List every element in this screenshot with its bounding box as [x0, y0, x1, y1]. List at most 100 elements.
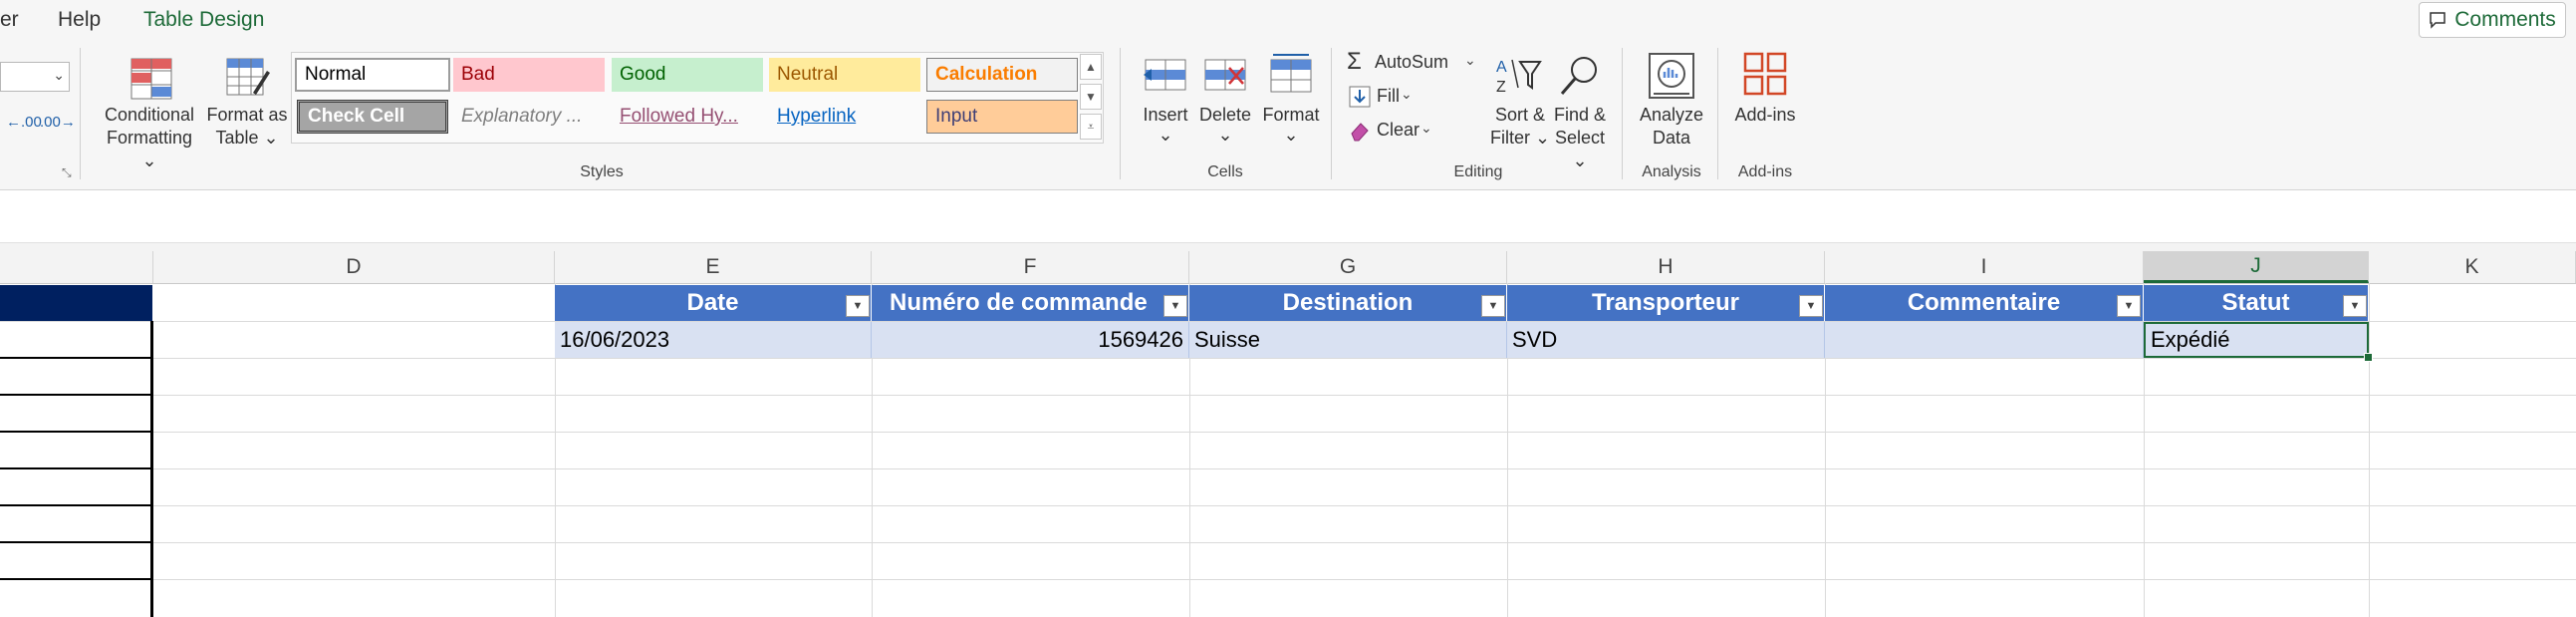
- grid-line: [0, 432, 2576, 433]
- style-hyperlink[interactable]: Hyperlink: [769, 100, 920, 134]
- grid-line: [0, 505, 2576, 506]
- insert-cells-icon: [1144, 59, 1186, 91]
- chevron-down-icon: ⌄: [1217, 125, 1233, 145]
- column-header-i[interactable]: I: [1825, 251, 2144, 283]
- style-bad[interactable]: Bad: [453, 58, 605, 92]
- column-header-f[interactable]: F: [872, 251, 1189, 283]
- autosum-button[interactable]: Σ AutoSum ⌄: [1347, 48, 1486, 78]
- left-table-rule: [0, 467, 153, 469]
- group-separator: [1717, 48, 1718, 179]
- group-separator: [1120, 48, 1121, 179]
- group-separator: [1622, 48, 1623, 179]
- column-header-k[interactable]: K: [2369, 251, 2576, 283]
- sigma-icon: Σ: [1347, 48, 1362, 75]
- style-normal[interactable]: Normal: [295, 58, 450, 92]
- style-followed-hyperlink[interactable]: Followed Hy...: [612, 100, 763, 134]
- column-header-j[interactable]: J: [2144, 251, 2369, 283]
- chevron-down-icon: ⌄: [1401, 86, 1413, 102]
- svg-text:Z: Z: [1496, 79, 1506, 96]
- table-cell-date[interactable]: 16/06/2023: [555, 322, 872, 358]
- number-format-dropdown[interactable]: ⌄: [0, 62, 70, 92]
- table-header-carrier[interactable]: Transporteur: [1507, 285, 1825, 321]
- tab-help[interactable]: Help: [58, 8, 101, 32]
- left-table-rule: [0, 578, 153, 580]
- analyze-data-icon: [1649, 53, 1694, 99]
- style-explanatory[interactable]: Explanatory ...: [453, 100, 605, 134]
- gallery-scroll-down-icon[interactable]: ▼: [1080, 84, 1102, 110]
- grid-line: [0, 395, 2576, 396]
- grid-line: [0, 542, 2576, 543]
- table-cell-carrier[interactable]: SVD: [1507, 322, 1825, 358]
- style-check-cell[interactable]: Check Cell: [297, 100, 448, 134]
- formula-bar-divider: [0, 243, 2576, 251]
- chevron-down-icon: ⌄: [1158, 125, 1173, 145]
- arrow-right-icon: →: [60, 114, 76, 131]
- styles-group-label: Styles: [580, 163, 624, 180]
- filter-dropdown-icon[interactable]: ▼: [2117, 295, 2141, 317]
- left-table-rule: [0, 357, 153, 359]
- format-cells-icon: [1270, 54, 1312, 93]
- format-as-table-icon: [226, 58, 270, 96]
- fill-down-icon: [1349, 86, 1371, 108]
- style-calculation[interactable]: Calculation: [926, 58, 1078, 92]
- gallery-more-icon[interactable]: ⩡: [1080, 114, 1102, 140]
- column-header-d[interactable]: D: [153, 251, 555, 283]
- fill-handle[interactable]: [2364, 353, 2373, 362]
- editing-group-label: Editing: [1453, 163, 1503, 180]
- addins-icon: [1743, 52, 1787, 96]
- column-header-h[interactable]: H: [1507, 251, 1825, 283]
- table-cell-status-selected[interactable]: Expédié: [2144, 322, 2369, 358]
- group-separator: [80, 48, 81, 179]
- comments-label: Comments: [2454, 8, 2556, 31]
- comment-icon: [2430, 12, 2446, 29]
- style-input[interactable]: Input: [926, 100, 1078, 134]
- comments-button[interactable]: Comments: [2419, 2, 2566, 38]
- grid-line: [0, 468, 2576, 469]
- chevron-down-icon: ⌄: [1420, 120, 1432, 136]
- table-header-destination[interactable]: Destination: [1189, 285, 1507, 321]
- chevron-down-icon: ⌄: [53, 67, 65, 83]
- dialog-launcher-icon[interactable]: ⤡: [62, 165, 72, 180]
- format-as-table-label: Table ⌄: [215, 128, 279, 148]
- table-header-order-number[interactable]: Numéro de commande: [872, 285, 1189, 321]
- filter-dropdown-icon[interactable]: ▼: [1163, 295, 1187, 317]
- left-table-rule: [0, 394, 153, 396]
- column-header-g[interactable]: G: [1189, 251, 1507, 283]
- clear-button[interactable]: Clear ⌄: [1347, 118, 1436, 146]
- formula-bar[interactable]: [0, 192, 2576, 243]
- grid-line: [0, 579, 2576, 580]
- gallery-scroll-up-icon[interactable]: ▲: [1080, 54, 1102, 80]
- table-cell-order-number[interactable]: 1569426: [872, 322, 1189, 358]
- conditional-formatting-label: Formatting ⌄: [106, 128, 193, 170]
- left-table-rule: [0, 504, 153, 506]
- delete-cells-icon: [1204, 59, 1246, 91]
- tab-table-design[interactable]: Table Design: [143, 8, 264, 32]
- column-header-partial[interactable]: [0, 251, 153, 283]
- table-cell-comment[interactable]: [1825, 322, 2144, 358]
- fill-button[interactable]: Fill ⌄: [1347, 84, 1426, 112]
- style-neutral[interactable]: Neutral: [769, 58, 920, 92]
- chevron-down-icon: ⌄: [1464, 52, 1476, 68]
- column-header-e[interactable]: E: [555, 251, 872, 283]
- conditional-formatting-icon: [130, 58, 172, 100]
- svg-text:A: A: [1496, 59, 1507, 76]
- style-good[interactable]: Good: [612, 58, 763, 92]
- table-header-date[interactable]: Date: [555, 285, 872, 321]
- tab-partial[interactable]: er: [0, 8, 19, 32]
- table-cell-destination[interactable]: Suisse: [1189, 322, 1507, 358]
- decrease-decimal-button[interactable]: .00→: [40, 114, 76, 131]
- table-header-status[interactable]: Statut: [2144, 285, 2369, 321]
- left-table-header[interactable]: [0, 285, 152, 321]
- magnifier-icon: [1560, 57, 1597, 95]
- increase-decimal-button[interactable]: ←.00: [6, 114, 42, 131]
- table-header-comment[interactable]: Commentaire: [1825, 285, 2144, 321]
- filter-dropdown-icon[interactable]: ▼: [2343, 295, 2367, 317]
- sort-filter-icon: A Z: [1496, 59, 1542, 96]
- analysis-group-label: Analysis: [1642, 163, 1701, 180]
- filter-dropdown-icon[interactable]: ▼: [846, 295, 870, 317]
- arrow-left-icon: ←: [6, 114, 21, 131]
- find-select-label: Select ⌄: [1554, 128, 1606, 170]
- filter-dropdown-icon[interactable]: ▼: [1799, 295, 1823, 317]
- filter-dropdown-icon[interactable]: ▼: [1481, 295, 1505, 317]
- grid-line: [2369, 283, 2370, 617]
